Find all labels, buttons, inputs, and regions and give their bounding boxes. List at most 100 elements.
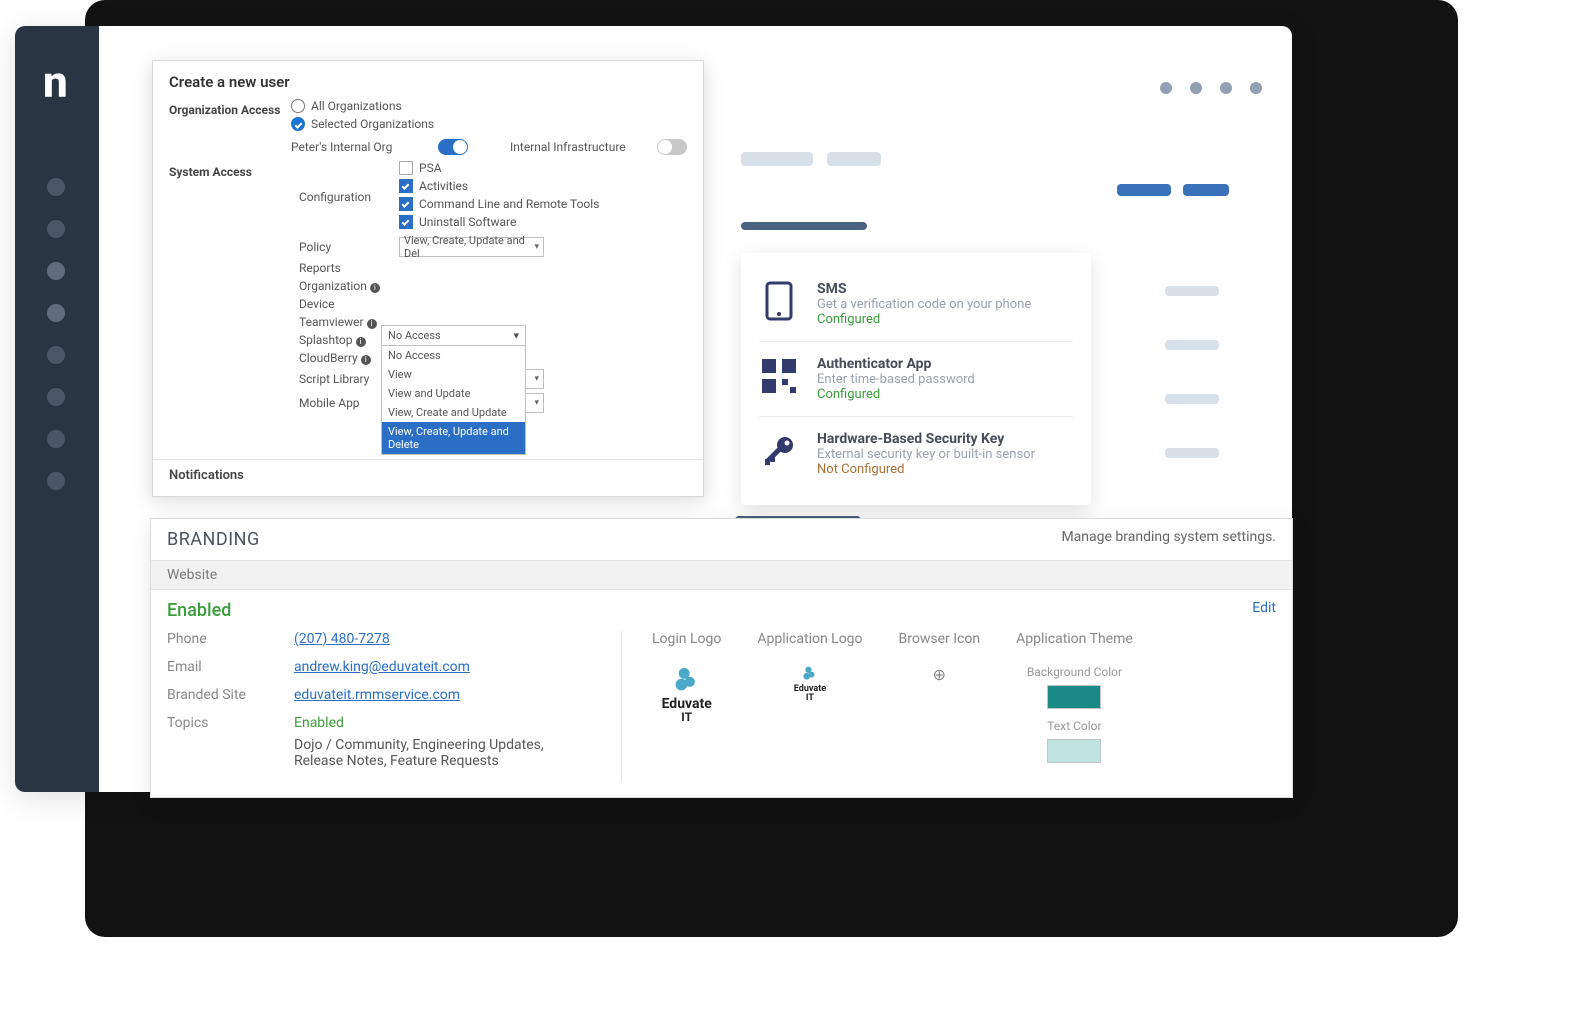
- info-icon: i: [370, 283, 380, 293]
- branding-panel: BRANDING Manage branding system settings…: [150, 518, 1293, 798]
- info-icon: i: [367, 319, 377, 329]
- modal-section-notifications[interactable]: Notifications: [153, 459, 703, 491]
- login-logo-label: Login Logo: [652, 631, 721, 647]
- logo-icon: [802, 665, 818, 681]
- edit-link[interactable]: Edit: [1252, 600, 1276, 621]
- browser-icon-column: Browser Icon ⊕: [899, 631, 981, 781]
- mfa-card: SMS Get a verification code on your phon…: [741, 253, 1091, 505]
- dropdown-option[interactable]: View: [382, 365, 525, 384]
- check-label: Activities: [419, 179, 468, 193]
- branding-title: BRANDING: [167, 529, 260, 550]
- chevron-down-icon: ▾: [534, 374, 539, 384]
- sidebar-nav: [15, 108, 99, 490]
- org-name: Peter's Internal Org: [291, 140, 426, 154]
- sidebar-nav-item[interactable]: [47, 346, 65, 364]
- check-uninstall[interactable]: Uninstall Software: [399, 215, 599, 229]
- checkbox-icon: [399, 197, 413, 211]
- mfa-hardware-key[interactable]: Hardware-Based Security Key External sec…: [759, 421, 1073, 487]
- login-logo-preview: Eduvate IT: [652, 665, 721, 723]
- org-access-label: Organization Access: [169, 99, 291, 117]
- checkbox-icon: [399, 215, 413, 229]
- org-name: Internal Infrastructure: [510, 140, 645, 154]
- dropdown-option[interactable]: No Access: [382, 346, 525, 365]
- branding-subtitle: Manage branding system settings.: [1061, 529, 1276, 550]
- org-toggle[interactable]: [657, 139, 687, 155]
- select-value: No Access: [388, 329, 441, 342]
- placeholder: [741, 222, 867, 230]
- placeholder: [1165, 448, 1219, 458]
- sidebar-nav-item[interactable]: [47, 430, 65, 448]
- mfa-subtitle: Get a verification code on your phone: [817, 297, 1073, 312]
- app-logo: n: [15, 26, 99, 108]
- mfa-title: SMS: [817, 281, 1073, 297]
- qr-icon: [759, 356, 799, 396]
- radio-label: Selected Organizations: [311, 117, 434, 131]
- check-psa[interactable]: PSA: [399, 161, 599, 175]
- topics-enabled: Enabled: [294, 715, 584, 731]
- site-link[interactable]: eduvateit.rmmservice.com: [294, 687, 460, 703]
- radio-selected-orgs[interactable]: Selected Organizations: [291, 117, 687, 131]
- info-icon: i: [361, 355, 371, 365]
- email-link[interactable]: andrew.king@eduvateit.com: [294, 659, 470, 675]
- policy-select[interactable]: View, Create, Update and Del▾: [399, 237, 544, 257]
- login-logo-column: Login Logo Eduvate IT: [652, 631, 721, 781]
- bg-color-label: Background Color: [1016, 665, 1133, 679]
- dropdown-option[interactable]: View, Create and Update: [382, 403, 525, 422]
- dropdown-option[interactable]: View, Create, Update and Delete: [382, 422, 525, 454]
- mfa-status: Configured: [817, 312, 1073, 327]
- system-access-label: System Access: [169, 161, 299, 179]
- sidebar-nav-item[interactable]: [47, 262, 65, 280]
- perm-label: Organizationi: [299, 279, 399, 293]
- placeholder: [1183, 184, 1229, 196]
- modal-title: Create a new user: [153, 61, 703, 99]
- select-value: View, Create, Update and Del: [404, 234, 534, 260]
- mfa-sms[interactable]: SMS Get a verification code on your phon…: [759, 271, 1073, 337]
- check-cli[interactable]: Command Line and Remote Tools: [399, 197, 599, 211]
- sidebar: n: [15, 26, 99, 792]
- dropdown-header[interactable]: No Access▾: [382, 326, 525, 346]
- mfa-subtitle: Enter time-based password: [817, 372, 1073, 387]
- radio-all-orgs[interactable]: All Organizations: [291, 99, 687, 113]
- enabled-label: Enabled: [167, 600, 231, 621]
- radio-icon: [291, 99, 305, 113]
- key-icon: [759, 431, 799, 471]
- placeholder: [1117, 184, 1171, 196]
- sidebar-nav-item[interactable]: [47, 472, 65, 490]
- check-activities[interactable]: Activities: [399, 179, 599, 193]
- placeholder: [827, 152, 881, 166]
- tab-website[interactable]: Website: [151, 560, 1292, 590]
- bg-color-swatch[interactable]: [1047, 685, 1101, 709]
- mfa-authenticator[interactable]: Authenticator App Enter time-based passw…: [759, 346, 1073, 412]
- check-label: Command Line and Remote Tools: [419, 197, 599, 211]
- placeholder: [1165, 394, 1219, 404]
- app-logo-column: Application Logo Eduvate IT: [757, 631, 862, 781]
- sidebar-nav-item[interactable]: [47, 178, 65, 196]
- sidebar-nav-item[interactable]: [47, 304, 65, 322]
- branding-visuals: Login Logo Eduvate IT Application Logo E…: [622, 631, 1276, 781]
- email-label: Email: [167, 659, 272, 675]
- phone-link[interactable]: (207) 480-7278: [294, 631, 390, 647]
- mfa-subtitle: External security key or built-in sensor: [817, 447, 1073, 462]
- divider: [759, 341, 1073, 342]
- perm-label: Policy: [299, 240, 399, 254]
- reports-dropdown: No Access▾ No Access View View and Updat…: [381, 325, 526, 455]
- app-logo-preview: Eduvate IT: [757, 665, 862, 703]
- sidebar-nav-item[interactable]: [47, 388, 65, 406]
- placeholder: [1165, 340, 1219, 350]
- window-dots: [1160, 82, 1262, 94]
- perm-label: Device: [299, 297, 399, 311]
- text-color-swatch[interactable]: [1047, 739, 1101, 763]
- phone-label: Phone: [167, 631, 272, 647]
- dot-icon: [1160, 82, 1172, 94]
- radio-label: All Organizations: [311, 99, 402, 113]
- dot-icon: [1190, 82, 1202, 94]
- org-toggle[interactable]: [438, 139, 468, 155]
- app-theme-label: Application Theme: [1016, 631, 1133, 647]
- dropdown-option[interactable]: View and Update: [382, 384, 525, 403]
- config-label: Configuration: [299, 190, 399, 204]
- check-label: PSA: [419, 161, 442, 175]
- app-theme-column: Application Theme Background Color Text …: [1016, 631, 1133, 781]
- sidebar-nav-item[interactable]: [47, 220, 65, 238]
- phone-icon: [759, 281, 799, 321]
- site-label: Branded Site: [167, 687, 272, 703]
